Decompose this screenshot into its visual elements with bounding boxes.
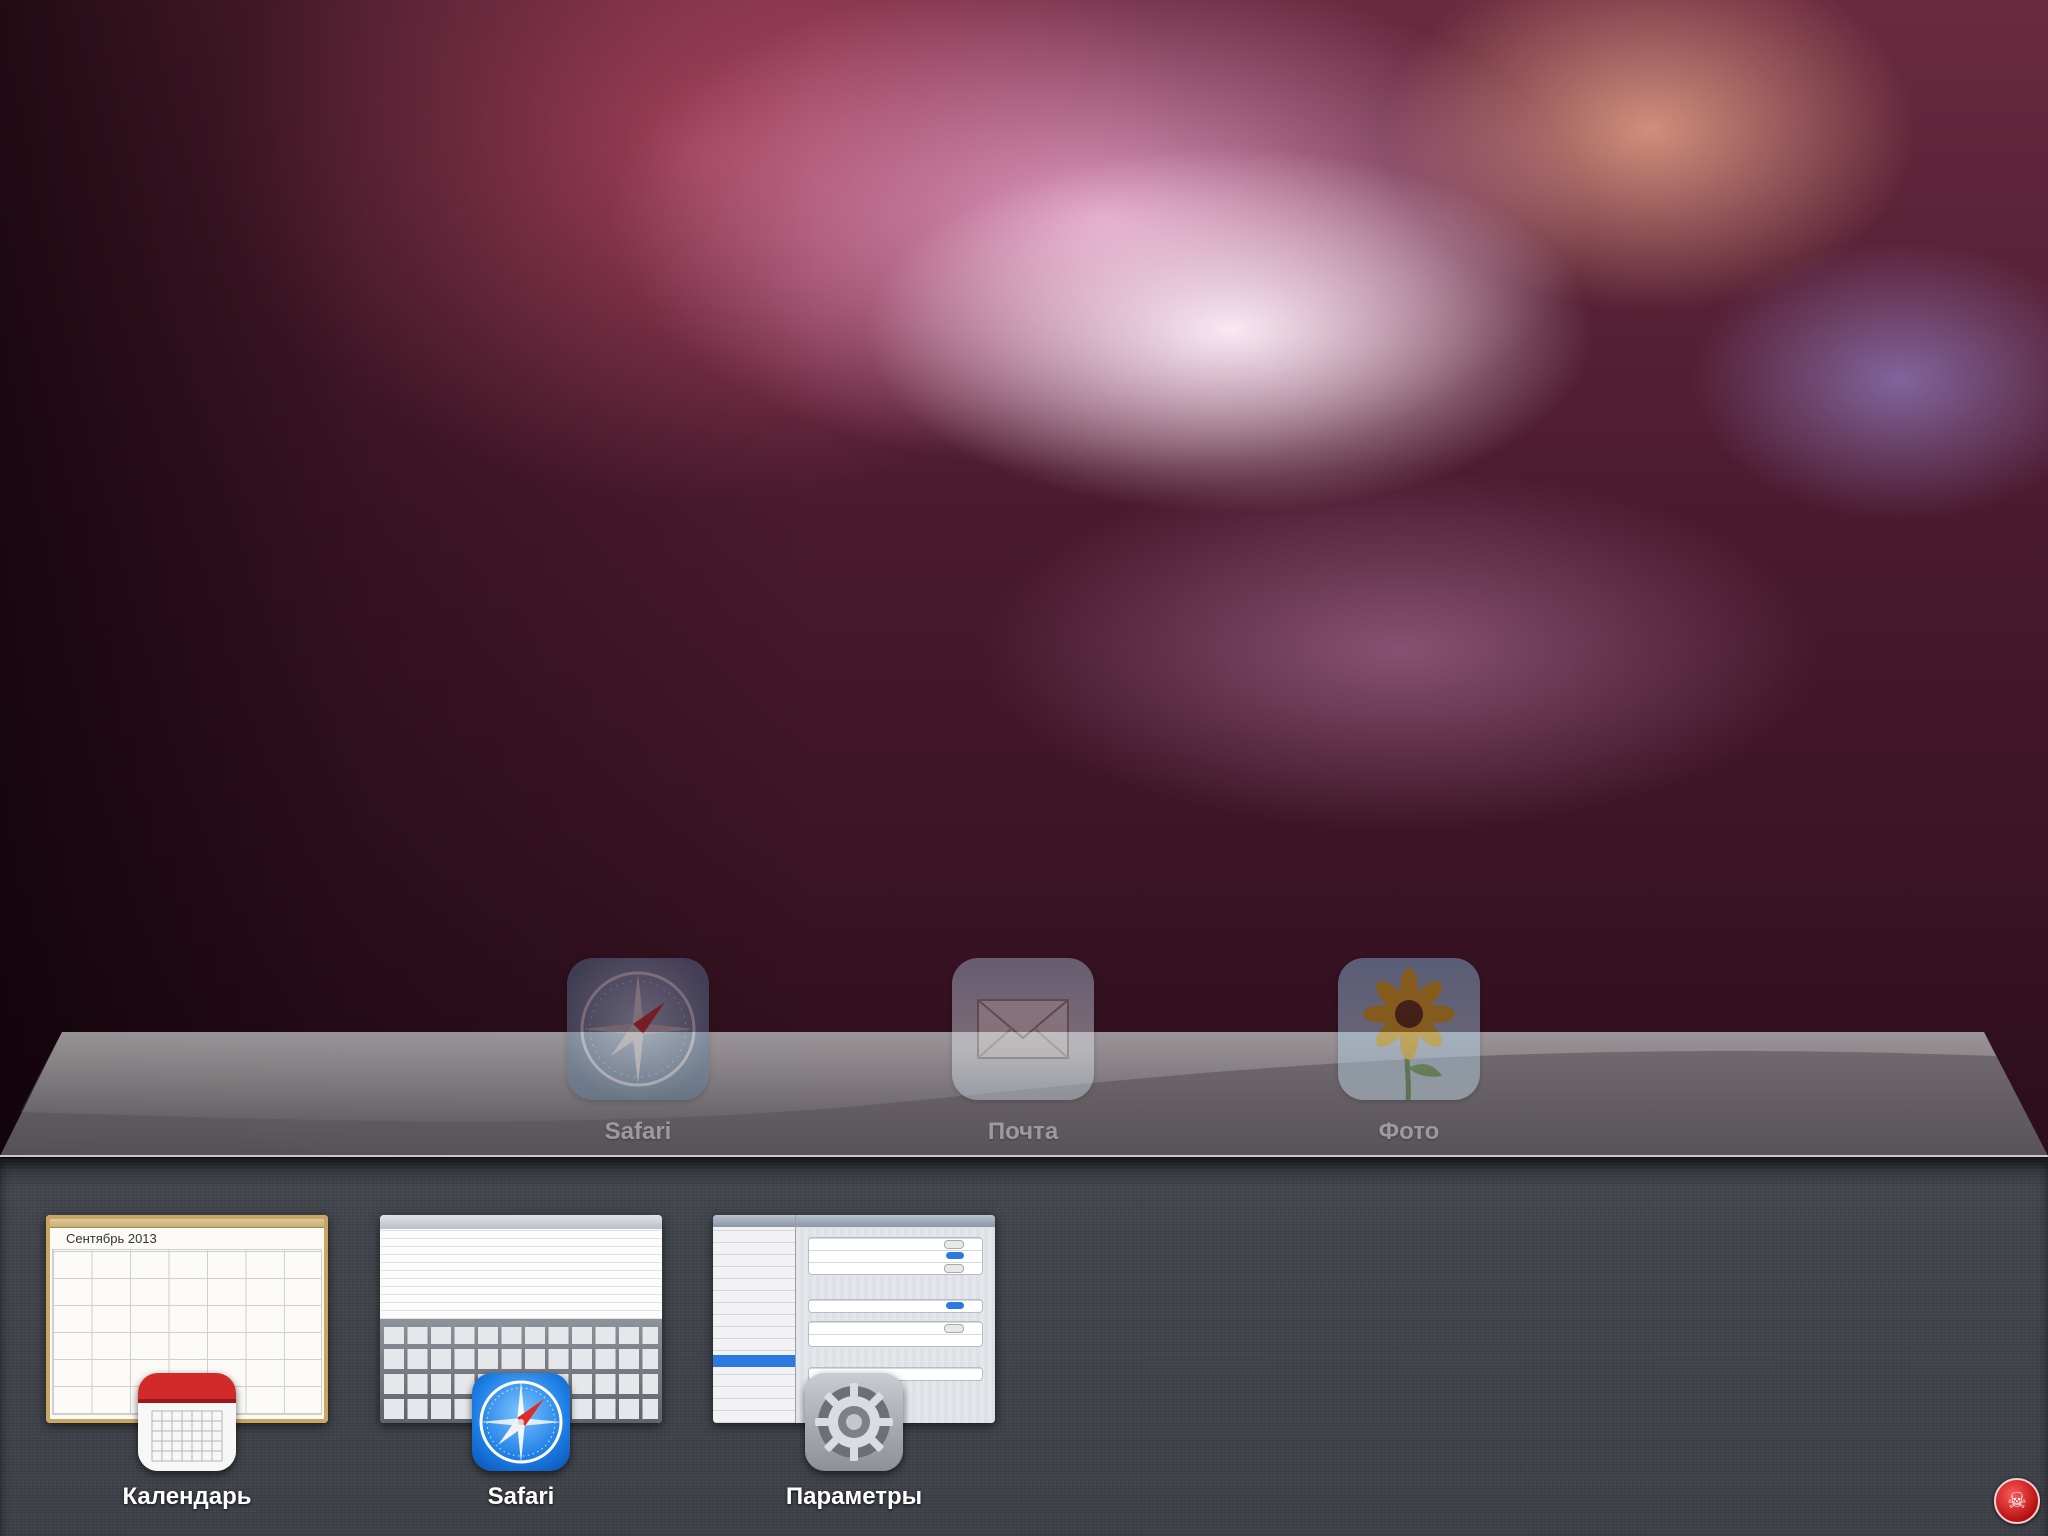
dock-app-photos[interactable]: Фото [1336, 958, 1482, 1146]
dock-app-label: Почта [987, 1118, 1059, 1145]
settings-gear-icon [805, 1373, 903, 1471]
task-safari[interactable]: Safari [376, 1215, 666, 1525]
task-settings[interactable]: Параметры [709, 1215, 999, 1525]
calendar-month-title: Сентябрь 2013 [66, 1231, 157, 1246]
dock-app-mail[interactable]: Почта [950, 958, 1096, 1146]
mail-envelope-icon [952, 958, 1094, 1100]
safari-compass-icon [472, 1373, 570, 1471]
dock-app-safari[interactable]: Safari [565, 958, 711, 1146]
photos-sunflower-icon [1338, 958, 1480, 1100]
task-label: Параметры [785, 1483, 923, 1510]
dock-app-label: Safari [604, 1118, 672, 1145]
calendar-icon [138, 1373, 236, 1471]
skull-crossbones-icon[interactable]: ☠ [1994, 1478, 2040, 1524]
task-label: Safari [487, 1483, 555, 1510]
task-calendar[interactable]: Сентябрь 2013 Календарь [42, 1215, 332, 1525]
safari-compass-icon [567, 958, 709, 1100]
task-label: Календарь [122, 1483, 252, 1510]
dock-app-label: Фото [1378, 1118, 1440, 1145]
